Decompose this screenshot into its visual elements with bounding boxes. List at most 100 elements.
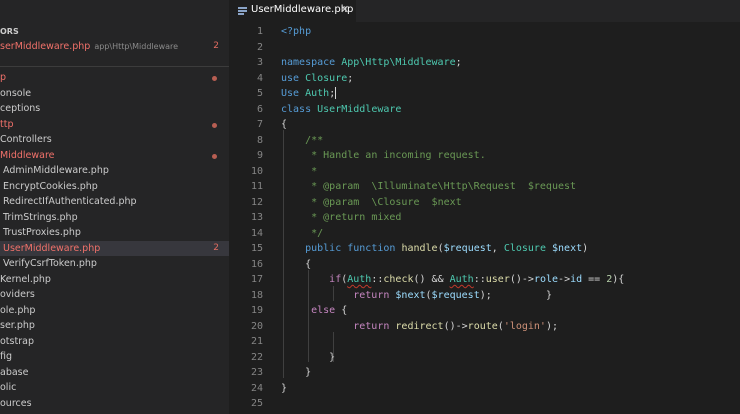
- code-line-18: return $next($request); }: [353, 289, 552, 301]
- tree-item[interactable]: oviders: [0, 287, 229, 303]
- code-line-7: {: [281, 119, 288, 130]
- tree-item[interactable]: EncryptCookies.php: [0, 179, 229, 195]
- tree-item-label: UserMiddleware.php: [3, 242, 101, 254]
- auth-import: Auth: [305, 88, 330, 99]
- php-open-tag: <?php: [281, 26, 312, 37]
- tree-item-label: EncryptCookies.php: [3, 180, 98, 192]
- tree-item-label: Controllers: [0, 134, 52, 145]
- tree-item[interactable]: Controllers: [0, 132, 229, 148]
- tree-item[interactable]: fig: [0, 349, 229, 365]
- user-call: user: [485, 274, 510, 285]
- public-keyword: public: [305, 243, 342, 254]
- code-line-11: * @param \Illuminate\Http\Request $reque…: [281, 179, 576, 195]
- class-keyword: class: [281, 103, 312, 115]
- open-editor-path: app\Http\Middleware: [94, 42, 179, 51]
- tree-item-label: p: [0, 72, 7, 83]
- line-number: 25: [250, 398, 263, 409]
- code-line-24: }: [281, 382, 288, 394]
- code-line-15: public function handle($request, Closure…: [305, 243, 589, 254]
- line-number: 16: [250, 258, 263, 270]
- tree-item[interactable]: onsole: [0, 86, 229, 102]
- line-number: 12: [250, 196, 263, 208]
- tab-usermiddleware[interactable]: UserMiddleware.php ✕: [229, 0, 356, 22]
- close-icon[interactable]: ✕: [340, 3, 349, 16]
- docblock-return-type: mixed: [371, 212, 402, 223]
- explorer-sidebar: ORS serMiddleware.php app\Http\Middleware…: [0, 0, 229, 414]
- route-call: route: [467, 320, 498, 332]
- text-cursor: [335, 87, 337, 99]
- tree-item[interactable]: ole.php: [0, 303, 229, 319]
- method-name: handle: [401, 243, 438, 254]
- open-editor-filename: serMiddleware.php: [0, 41, 91, 52]
- else-keyword: else: [311, 305, 336, 316]
- tree-item-label: ole.php: [0, 304, 36, 316]
- tree-item-label: RedirectIfAuthenticated.php: [3, 196, 137, 207]
- tree-item[interactable]: VerifyCsrfToken.php: [0, 256, 229, 272]
- tree-item[interactable]: ser.php: [0, 318, 229, 334]
- code-line-3: namespace App\Http\Middleware;: [281, 57, 462, 68]
- code-line-12: * @param \Closure $next: [281, 195, 462, 211]
- line-number: 17: [250, 274, 263, 285]
- tree-item-label: TrimStrings.php: [3, 211, 78, 223]
- login-string: 'login': [503, 320, 546, 332]
- closure-import: Closure: [305, 72, 348, 84]
- line-number: 9: [256, 150, 263, 161]
- tree-item[interactable]: otstrap: [0, 334, 229, 350]
- check-call: check: [383, 274, 414, 285]
- redirect-call: redirect: [395, 320, 444, 332]
- docblock-param-type: \Closure: [371, 196, 420, 208]
- docblock-star: *: [305, 165, 318, 177]
- if-keyword: if: [329, 274, 342, 285]
- modified-dot-icon: [212, 76, 217, 81]
- auth-facade: Auth: [347, 274, 372, 285]
- tree-item[interactable]: abase: [0, 365, 229, 381]
- tree-item-label: onsole: [0, 87, 32, 99]
- param-closure-type: Closure: [503, 243, 546, 254]
- tree-item[interactable]: TrimStrings.php: [0, 210, 229, 226]
- code-line-10: *: [281, 164, 317, 180]
- tree-item[interactable]: RedirectIfAuthenticated.php: [0, 194, 229, 210]
- code-line-23: }: [281, 367, 312, 378]
- problem-count-badge: 2: [213, 242, 219, 253]
- docblock-return-tag: * @return: [305, 212, 366, 223]
- tree-item-label: Kernel.php: [0, 273, 51, 285]
- open-editors-header[interactable]: ORS: [0, 24, 229, 40]
- docblock-description: * Handle an incoming request.: [305, 150, 486, 161]
- problem-count-badge: 2: [213, 41, 219, 51]
- line-number: 14: [250, 227, 263, 239]
- tree-item-label: ources: [0, 397, 32, 409]
- tree-item-label: olic: [0, 382, 17, 393]
- line-number: 11: [250, 181, 263, 192]
- line-number: 10: [250, 165, 263, 177]
- tree-item[interactable]: TrustProxies.php: [0, 225, 229, 241]
- open-editor-item[interactable]: serMiddleware.php app\Http\Middleware 2: [0, 39, 229, 55]
- tree-item[interactable]: ources: [0, 396, 229, 412]
- tree-item[interactable]: AdminMiddleware.php: [0, 163, 229, 179]
- tree-item[interactable]: olic: [0, 380, 229, 396]
- tree-item-label: AdminMiddleware.php: [3, 165, 109, 176]
- tree-item-label: oviders: [0, 289, 35, 300]
- line-number: 1: [256, 26, 263, 37]
- code-line-22: }: [281, 351, 336, 363]
- param-request: $request: [443, 243, 492, 254]
- namespace-keyword: namespace: [281, 57, 336, 68]
- docblock-param-tag: * @param: [305, 196, 360, 208]
- tree-item[interactable]: Kernel.php: [0, 272, 229, 288]
- code-line-19: else {: [311, 305, 348, 316]
- tree-item[interactable]: p: [0, 70, 229, 86]
- next-var: $next: [395, 289, 426, 301]
- docblock-open: /**: [305, 134, 324, 146]
- editor-tab-bar: UserMiddleware.php ✕: [229, 0, 740, 22]
- tree-item[interactable]: ceptions: [0, 101, 229, 117]
- tab-label: UserMiddleware.php: [251, 4, 354, 15]
- line-number: 4: [256, 72, 263, 84]
- code-line-16: {: [281, 258, 312, 270]
- use-keyword: Use: [281, 88, 300, 99]
- tree-item[interactable]: UserMiddleware.php 2: [0, 240, 229, 256]
- tree-item[interactable]: ttp: [0, 117, 229, 133]
- tree-item-label: abase: [0, 366, 29, 378]
- auth-facade: Auth: [449, 274, 474, 285]
- code-editor[interactable]: 1 2 3 4 5 6 7 8 9 10 11 12 13 14 15 16 17 18 19 20 21 22 23 24 2…: [229, 22, 740, 414]
- line-number: 19: [250, 305, 263, 316]
- tree-item[interactable]: Middleware: [0, 148, 229, 164]
